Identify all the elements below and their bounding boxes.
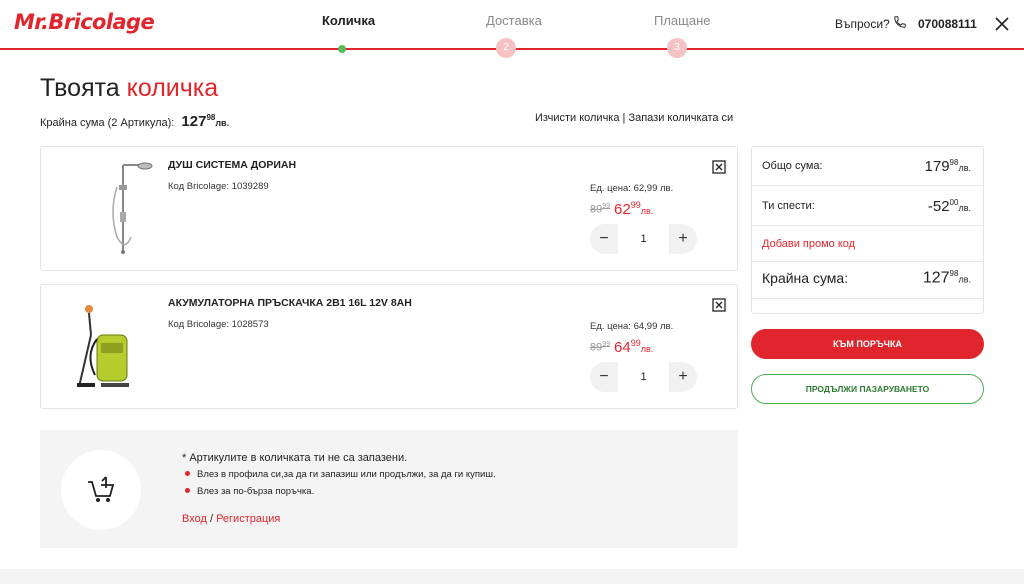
logo[interactable]: Mr.Bricolage	[14, 10, 155, 34]
header: Mr.Bricolage Количка Доставка 2 Плащане …	[0, 0, 1024, 58]
cart-icon-circle	[61, 450, 141, 530]
login-link[interactable]: Вход	[182, 513, 207, 525]
order-summary: Общо сума: 17998лв. Ти спести: -5200лв. …	[751, 146, 984, 314]
savings-label: Ти спести:	[762, 200, 815, 212]
final-total-label: Крайна сума:	[762, 270, 849, 286]
new-price: 6299лв.	[614, 200, 654, 218]
cart-not-saved-notice: * Артикулите в количката ти не са запазе…	[40, 430, 738, 548]
step-number-badge: 2	[496, 38, 516, 58]
page-title-accent: количка	[126, 74, 219, 102]
unit-price: Ед. цена: 62,99 лв.	[590, 183, 674, 194]
product-image-shower	[112, 162, 153, 254]
increase-quantity-button[interactable]: +	[669, 362, 697, 392]
old-price: 8999	[590, 341, 611, 354]
final-total-value: 12798лв.	[922, 269, 971, 287]
increase-quantity-button[interactable]: +	[669, 224, 697, 254]
product-code: Код Bricolage: 1039289	[168, 181, 269, 192]
total-label: Крайна сума (2 Артикула):	[40, 117, 175, 129]
savings-value: -5200лв.	[927, 198, 971, 215]
quantity-value[interactable]: 1	[618, 224, 669, 254]
step-label: Количка	[322, 13, 376, 28]
product-code: Код Bricolage: 1028573	[168, 319, 269, 330]
phone-number[interactable]: 070088111	[918, 17, 977, 31]
step-delivery: Доставка	[486, 13, 542, 28]
remove-item-icon[interactable]	[712, 160, 726, 174]
cart-total-line: Крайна сума (2 Артикула): 12798лв.	[40, 113, 229, 130]
continue-shopping-button[interactable]: ПРОДЪЛЖИ ПАЗАРУВАНЕТО	[751, 374, 984, 404]
cart-item: АКУМУЛАТОРНА ПРЪСКАЧКА 2В1 16L 12V 8AH К…	[40, 284, 738, 409]
step-cart: Количка	[322, 13, 375, 28]
product-image-sprayer	[77, 305, 129, 388]
subtotal-label: Общо сума:	[762, 160, 823, 172]
close-icon[interactable]	[994, 16, 1010, 32]
cart-item: ДУШ СИСТЕМА ДОРИАН Код Bricolage: 103928…	[40, 146, 738, 271]
footer-strip	[0, 569, 1024, 584]
page-title-prefix: Твоята	[40, 74, 120, 102]
savings-row: Ти спести: -5200лв.	[752, 186, 983, 226]
separator: |	[622, 112, 626, 124]
step-label: Плащане	[654, 13, 711, 28]
unit-price: Ед. цена: 64,99 лв.	[590, 321, 674, 332]
step-label: Доставка	[486, 13, 542, 28]
step-payment: Плащане	[654, 13, 711, 28]
clear-cart-link[interactable]: Изчисти количка	[535, 112, 619, 124]
subtotal-value: 17998лв.	[924, 158, 971, 175]
quantity-value[interactable]: 1	[618, 362, 669, 392]
remove-item-icon[interactable]	[712, 298, 726, 312]
product-name[interactable]: ДУШ СИСТЕМА ДОРИАН	[168, 159, 296, 171]
final-total-row: Крайна сума: 12798лв.	[752, 261, 983, 299]
checkout-button[interactable]: КЪМ ПОРЪЧКА	[751, 329, 984, 359]
step-current-dot	[338, 45, 346, 53]
phone-icon	[894, 16, 906, 28]
subtotal-row: Общо сума: 17998лв.	[752, 147, 983, 186]
add-promo-code-link[interactable]: Добави промо код	[762, 238, 855, 250]
decrease-quantity-button[interactable]: −	[590, 362, 618, 392]
separator: /	[209, 513, 214, 525]
new-price: 6499лв.	[614, 338, 654, 356]
register-link[interactable]: Регистрация	[216, 513, 280, 525]
quantity-stepper: − 1 +	[590, 224, 697, 254]
questions-label: Въпроси?	[835, 17, 890, 31]
total-amount: 12798лв.	[181, 113, 230, 130]
notice-title: * Артикулите в количката ти не са запазе…	[182, 452, 408, 464]
auth-links: Вход / Регистрация	[182, 513, 280, 525]
step-number-badge: 3	[667, 38, 687, 58]
save-cart-link[interactable]: Запази количката си	[628, 112, 733, 124]
cart-actions: Изчисти количка | Запази количката си	[535, 112, 733, 124]
quantity-stepper: − 1 +	[590, 362, 697, 392]
cart-add-icon	[88, 476, 115, 502]
product-name[interactable]: АКУМУЛАТОРНА ПРЪСКАЧКА 2В1 16L 12V 8AH	[168, 297, 412, 309]
notice-bullet: Влез в профила си,за да ги запазиш или п…	[185, 469, 496, 480]
old-price: 8999	[590, 203, 611, 216]
page-title: Твоята количка	[40, 74, 218, 103]
decrease-quantity-button[interactable]: −	[590, 224, 618, 254]
notice-bullet: Влез за по-бърза поръчка.	[185, 486, 314, 497]
